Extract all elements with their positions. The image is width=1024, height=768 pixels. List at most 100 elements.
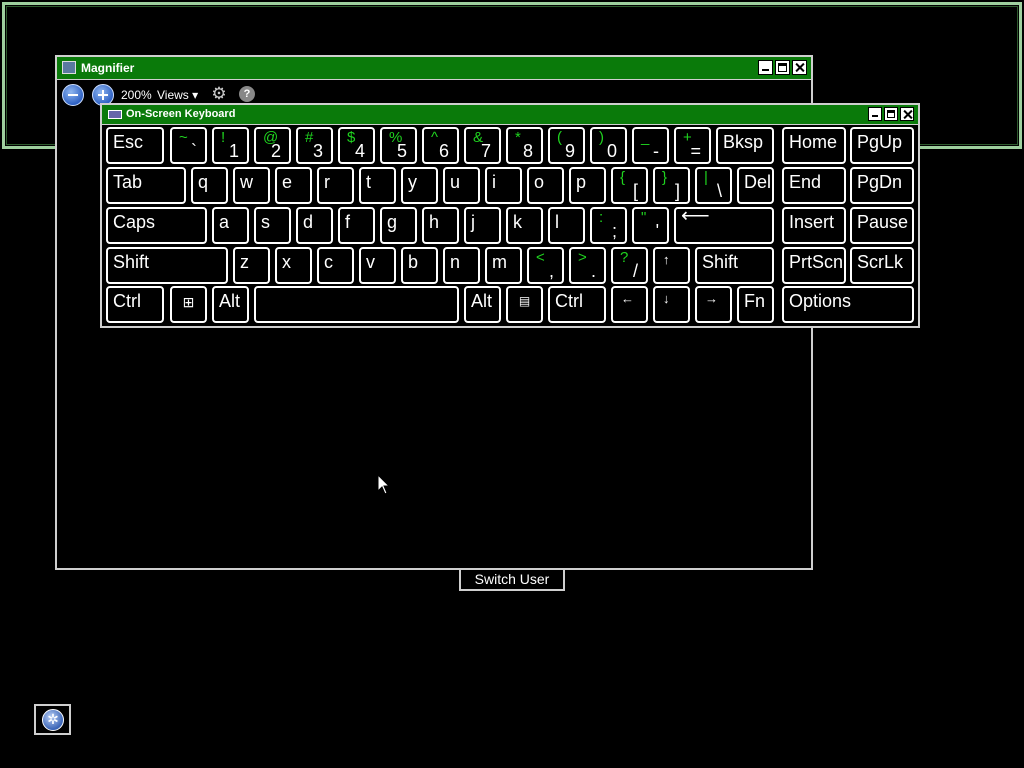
key-arrow-right-icon[interactable]: →: [695, 286, 732, 323]
key-p[interactable]: p: [569, 167, 606, 204]
key-alt[interactable]: Alt: [464, 286, 501, 323]
key-arrow-left-icon[interactable]: ←: [611, 286, 648, 323]
key-r[interactable]: r: [317, 167, 354, 204]
maximize-button[interactable]: [775, 60, 790, 75]
key-symbol-11[interactable]: " ': [632, 207, 669, 244]
ease-of-access-button[interactable]: [34, 704, 71, 735]
key-q[interactable]: q: [191, 167, 228, 204]
key-symbol-10[interactable]: ? /: [611, 247, 648, 284]
key-e[interactable]: e: [275, 167, 312, 204]
osk-minimize-button[interactable]: [868, 107, 882, 121]
close-button[interactable]: [792, 60, 807, 75]
switch-user-button[interactable]: Switch User: [459, 568, 565, 591]
key-pgup[interactable]: PgUp: [850, 127, 914, 164]
key-alt[interactable]: Alt: [212, 286, 249, 323]
key-j[interactable]: j: [464, 207, 501, 244]
keyboard-icon: [108, 110, 122, 119]
key-symbol-9[interactable]: * 8: [506, 127, 543, 164]
key-l[interactable]: l: [548, 207, 585, 244]
key-z[interactable]: z: [233, 247, 270, 284]
key-x[interactable]: x: [275, 247, 312, 284]
key-k[interactable]: k: [506, 207, 543, 244]
key-symbol-5[interactable]: $4: [338, 127, 375, 164]
key-ctrl[interactable]: Ctrl: [548, 286, 606, 323]
key-esc[interactable]: Esc: [106, 127, 164, 164]
key-options[interactable]: Options: [782, 286, 914, 323]
key-end[interactable]: End: [782, 167, 846, 204]
key-shift[interactable]: Shift: [695, 247, 774, 284]
key-n[interactable]: n: [443, 247, 480, 284]
key-i[interactable]: i: [485, 167, 522, 204]
key-symbol-11[interactable]: ) 0: [590, 127, 627, 164]
key-shift[interactable]: Shift: [106, 247, 228, 284]
key-f[interactable]: f: [338, 207, 375, 244]
osk-titlebar[interactable]: On-Screen Keyboard: [102, 105, 918, 125]
key-v[interactable]: v: [359, 247, 396, 284]
key-symbol-13[interactable]: + =: [674, 127, 711, 164]
key-symbol-9[interactable]: >.: [569, 247, 606, 284]
key-scrlk[interactable]: ScrLk: [850, 247, 914, 284]
key-symbol-4[interactable]: #3: [296, 127, 333, 164]
key-enter-icon[interactable]: ⟵: [674, 205, 774, 244]
views-dropdown[interactable]: Views ▾: [157, 88, 198, 102]
key-shift-label: _: [641, 129, 650, 146]
key-h[interactable]: h: [422, 207, 459, 244]
key-u[interactable]: u: [443, 167, 480, 204]
key-insert[interactable]: Insert: [782, 207, 846, 244]
osk-maximize-button[interactable]: [884, 107, 898, 121]
key-symbol-6[interactable]: % 5: [380, 127, 417, 164]
key-pause[interactable]: Pause: [850, 207, 914, 244]
key-ctrl[interactable]: Ctrl: [106, 286, 164, 323]
key-symbol-8[interactable]: <,: [527, 247, 564, 284]
key-a[interactable]: a: [212, 207, 249, 244]
key-arrow-up-icon[interactable]: ↑: [653, 247, 690, 284]
key-symbol-12[interactable]: _ -: [632, 127, 669, 164]
key-tab[interactable]: Tab: [106, 167, 186, 204]
key-label: v: [366, 252, 375, 272]
key-main-label: [: [632, 181, 638, 201]
key-w[interactable]: w: [233, 167, 270, 204]
key-fn[interactable]: Fn: [737, 286, 774, 323]
key-pgdn[interactable]: PgDn: [850, 167, 914, 204]
key-symbol-2[interactable]: ! 1: [212, 127, 249, 164]
key-symbol-1[interactable]: ~ `: [170, 127, 207, 164]
key-del[interactable]: Del: [737, 167, 774, 204]
key-symbol-8[interactable]: & 7: [464, 127, 501, 164]
key-g[interactable]: g: [380, 207, 417, 244]
minimize-button[interactable]: [758, 60, 773, 75]
key-symbol-3[interactable]: @2: [254, 127, 291, 164]
key-home[interactable]: Home: [782, 127, 846, 164]
key-o[interactable]: o: [527, 167, 564, 204]
gear-icon[interactable]: ⚙: [210, 85, 228, 103]
key-shift-label: }: [662, 169, 668, 186]
key-symbol-10[interactable]: (9: [548, 127, 585, 164]
key-prtscn[interactable]: PrtScn: [782, 247, 846, 284]
key-symbol-12[interactable]: }]: [653, 167, 690, 204]
help-icon[interactable]: ?: [239, 86, 255, 102]
key-bksp[interactable]: Bksp: [716, 127, 774, 164]
key-s[interactable]: s: [254, 207, 291, 244]
key-windows-logo-icon[interactable]: ⊞: [170, 286, 207, 323]
key-label: k: [513, 212, 522, 232]
key-menu-icon[interactable]: ▤: [506, 286, 543, 323]
key-spacebar[interactable]: [254, 286, 459, 323]
key-main-label: ,: [548, 261, 554, 281]
osk-close-button[interactable]: [900, 107, 914, 121]
arrow-left-icon: ←: [621, 291, 634, 306]
key-m[interactable]: m: [485, 247, 522, 284]
key-d[interactable]: d: [296, 207, 333, 244]
key-symbol-7[interactable]: ^ 6: [422, 127, 459, 164]
key-symbol-13[interactable]: | \: [695, 167, 732, 204]
key-t[interactable]: t: [359, 167, 396, 204]
magnifier-titlebar[interactable]: Magnifier: [57, 57, 811, 80]
key-c[interactable]: c: [317, 247, 354, 284]
key-symbol-11[interactable]: {[: [611, 167, 648, 204]
key-symbol-10[interactable]: :;: [590, 207, 627, 244]
key-label: z: [240, 252, 249, 272]
key-caps[interactable]: Caps: [106, 207, 207, 244]
key-y[interactable]: y: [401, 167, 438, 204]
key-b[interactable]: b: [401, 247, 438, 284]
key-arrow-down-icon[interactable]: ↓: [653, 286, 690, 323]
key-label: n: [450, 252, 461, 272]
zoom-out-button[interactable]: [62, 84, 84, 106]
